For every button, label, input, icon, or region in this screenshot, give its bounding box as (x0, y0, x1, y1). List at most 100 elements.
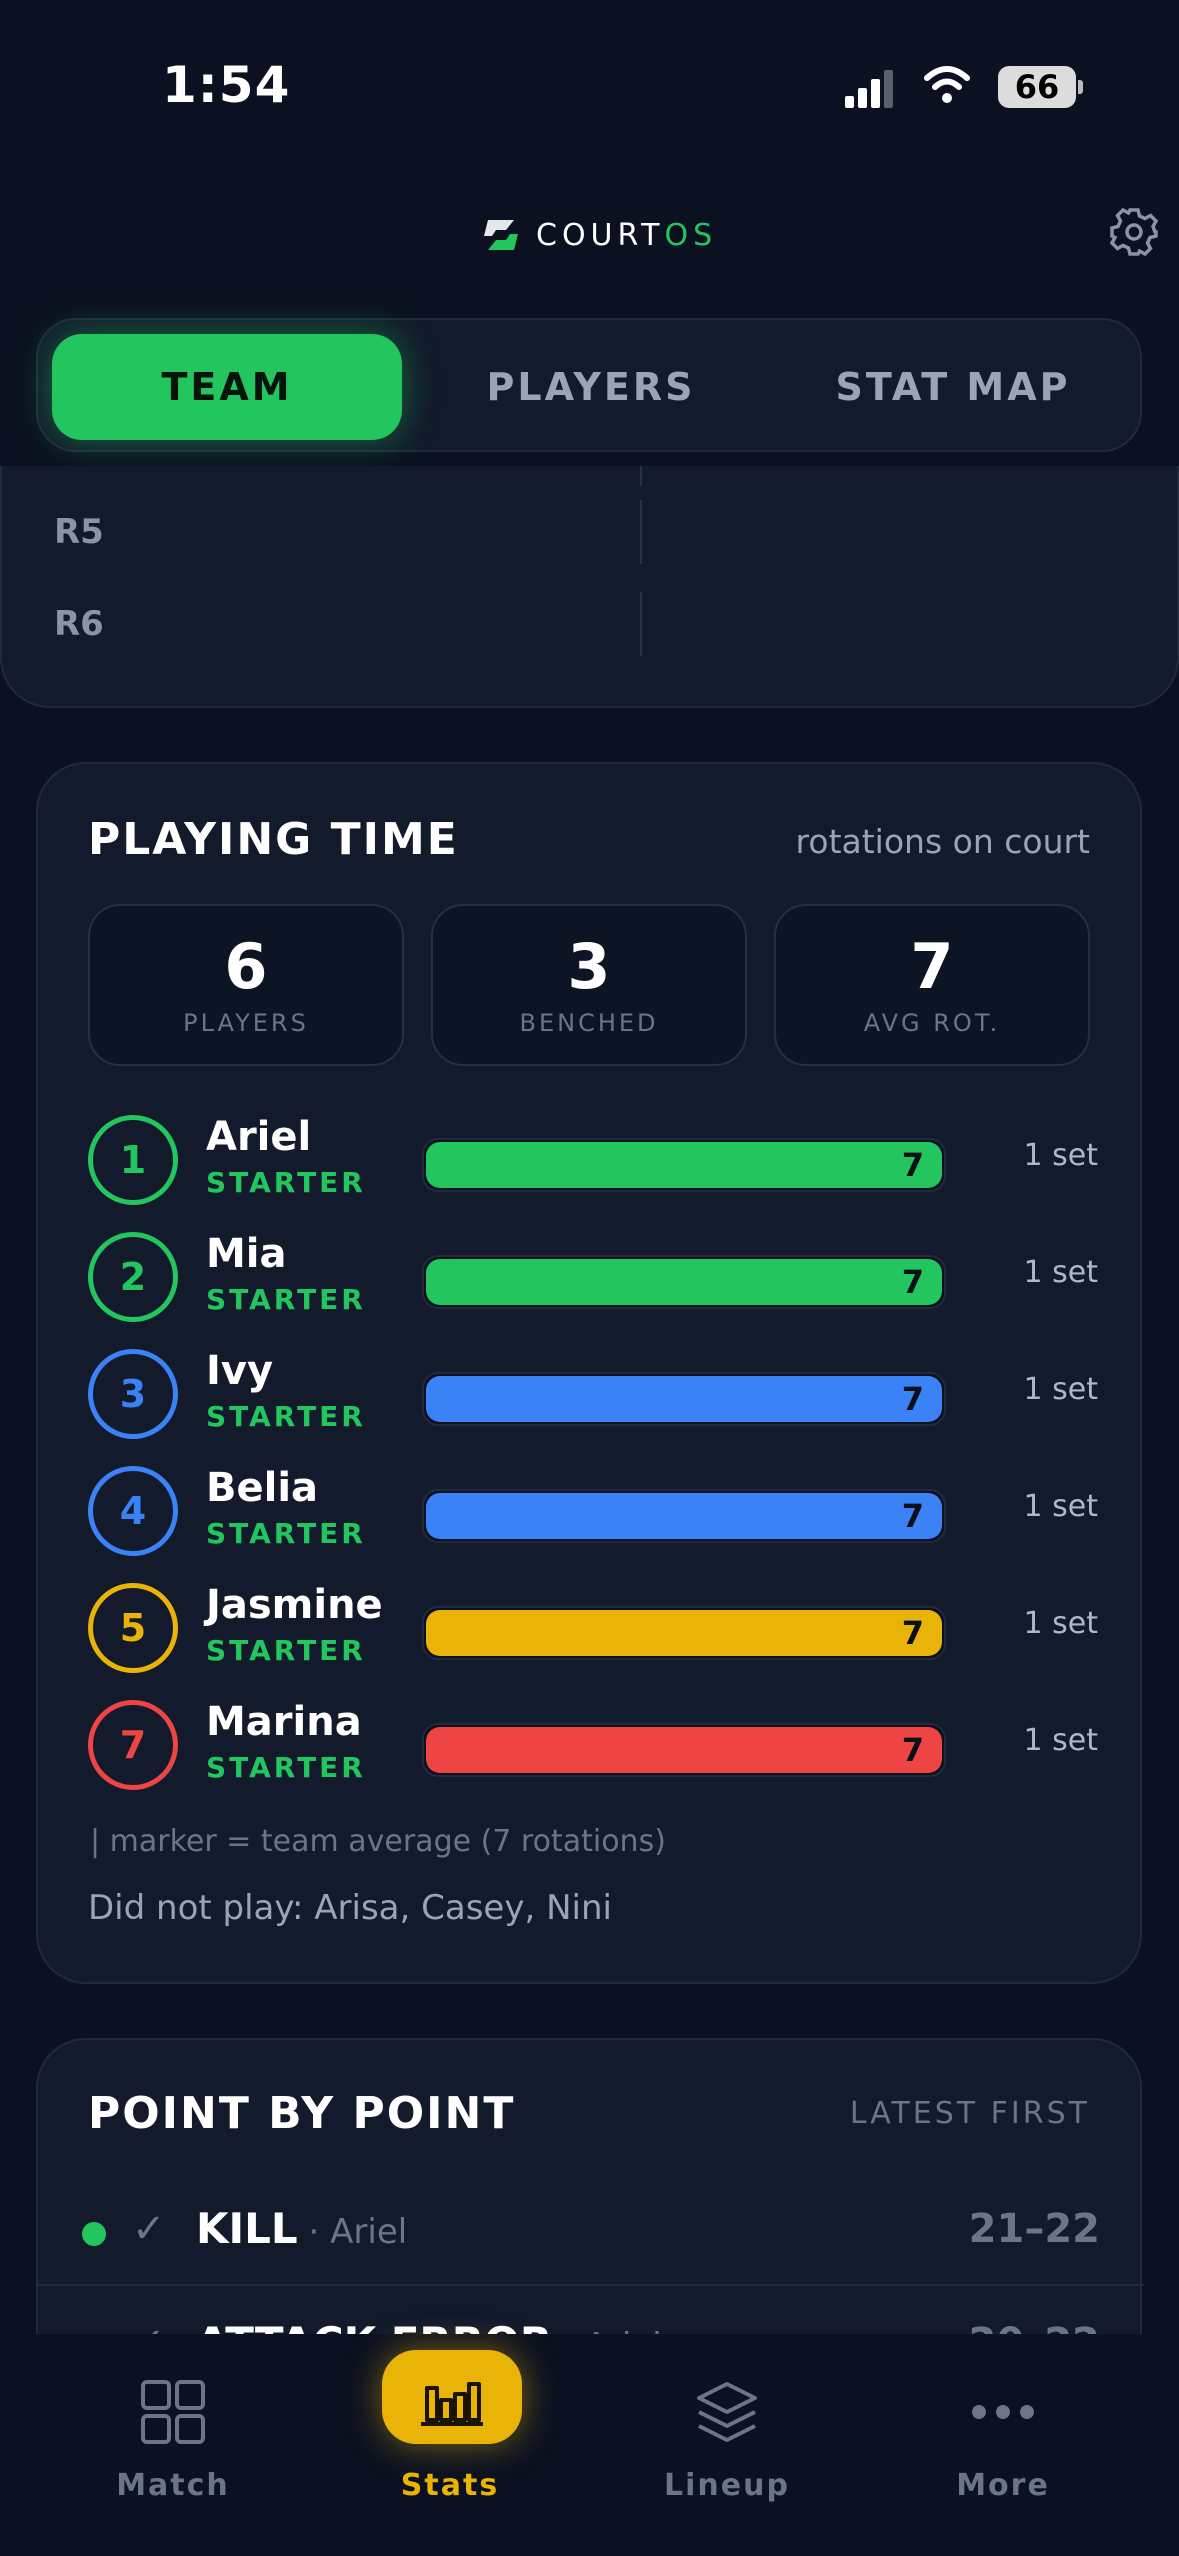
did-not-play-list: Did not play: Arisa, Casey, Nini (88, 1888, 612, 1928)
player-number-badge: 1 (88, 1115, 178, 1205)
app-logo: COURTOS (480, 210, 717, 260)
rotation-bar-fill (426, 1727, 942, 1773)
player-sets: 1 set (1023, 1723, 1098, 1758)
rotation-divider (640, 500, 642, 564)
stat-benched: 3 BENCHED (431, 904, 747, 1066)
player-role: STARTER (206, 1400, 366, 1433)
player-name: Mia (206, 1231, 287, 1277)
point-by-point-title: POINT BY POINT (88, 2088, 516, 2139)
rotation-bar: 7 (422, 1372, 946, 1426)
stat-avg-rotations: 7 AVG ROT. (774, 904, 1090, 1066)
rotation-count: 7 (901, 1263, 924, 1301)
nav-label: Stats (400, 2468, 500, 2503)
courtos-logo-icon (484, 220, 518, 250)
nav-label: Lineup (664, 2468, 790, 2503)
rotation-bar: 7 (422, 1606, 946, 1660)
playing-time-subtitle: rotations on court (795, 822, 1090, 861)
check-icon: ✓ (132, 2206, 166, 2252)
player-sets: 1 set (1023, 1606, 1098, 1641)
layers-icon (687, 2374, 767, 2450)
player-row[interactable]: 7 Marina STARTER 7 1 set (88, 1695, 1098, 1795)
player-row[interactable]: 3 Ivy STARTER 7 1 set (88, 1344, 1098, 1444)
rotation-count: 7 (901, 1731, 924, 1769)
stat-label: BENCHED (519, 1009, 659, 1037)
stat-value: 7 (910, 930, 954, 1003)
rotation-label-r5: R5 (54, 512, 104, 552)
nav-lineup[interactable]: Lineup (617, 2374, 837, 2534)
stat-value: 3 (567, 930, 611, 1003)
event-player-name: Ariel (330, 2212, 408, 2252)
tab-players[interactable]: PLAYERS (416, 334, 766, 440)
player-role: STARTER (206, 1166, 366, 1199)
player-number-badge: 2 (88, 1232, 178, 1322)
battery-indicator: 66 (998, 66, 1076, 108)
player-sets: 1 set (1023, 1489, 1098, 1524)
settings-gear-icon[interactable] (1108, 206, 1160, 258)
rotation-bar-fill (426, 1610, 942, 1656)
tab-team[interactable]: TEAM (52, 334, 402, 440)
rotation-bar-fill (426, 1376, 942, 1422)
rotation-label-r6: R6 (54, 604, 104, 644)
stat-value: 6 (224, 930, 268, 1003)
bar-chart-icon (421, 2382, 483, 2426)
rotation-bar: 7 (422, 1489, 946, 1543)
rotation-bar: 7 (422, 1723, 946, 1777)
stat-players: 6 PLAYERS (88, 904, 404, 1066)
player-row[interactable]: 4 Belia STARTER 7 1 set (88, 1461, 1098, 1561)
wifi-icon (924, 66, 970, 103)
player-name: Ivy (206, 1348, 274, 1394)
grid-icon (133, 2374, 213, 2450)
stat-label: AVG ROT. (863, 1009, 1001, 1037)
player-row[interactable]: 5 Jasmine STARTER 7 1 set (88, 1578, 1098, 1678)
event-status-dot (82, 2222, 106, 2246)
event-score: 21–22 (968, 2206, 1100, 2252)
battery-tip (1078, 80, 1083, 94)
playing-time-title: PLAYING TIME (88, 814, 459, 865)
rotation-divider (640, 466, 642, 486)
status-time: 1:54 (162, 56, 291, 114)
brand-prefix: COURT (536, 217, 665, 253)
event-label: KILL · Ariel (196, 2204, 407, 2253)
rotation-bar-fill (426, 1259, 942, 1305)
rotation-bar-fill (426, 1142, 942, 1188)
point-event-row[interactable]: ✓ KILL · Ariel 21–22 (38, 2176, 1144, 2286)
player-number-badge: 7 (88, 1700, 178, 1790)
rotation-card: R5 R6 (0, 466, 1179, 708)
rotation-bar: 7 (422, 1255, 946, 1309)
player-row[interactable]: 2 Mia STARTER 7 1 set (88, 1227, 1098, 1327)
stats-active-pill[interactable] (382, 2350, 522, 2444)
playing-time-card: PLAYING TIME rotations on court 6 PLAYER… (36, 762, 1142, 1984)
tab-stat-map[interactable]: STAT MAP (778, 334, 1128, 440)
nav-match[interactable]: Match (63, 2374, 283, 2534)
brand-wordmark: COURTOS (536, 218, 717, 253)
more-dots-icon (963, 2374, 1043, 2450)
player-sets: 1 set (1023, 1372, 1098, 1407)
event-player: · Ariel (297, 2212, 408, 2252)
brand-suffix: OS (664, 217, 718, 253)
sort-order-label[interactable]: LATEST FIRST (850, 2096, 1090, 2131)
rotation-count: 7 (901, 1146, 924, 1184)
player-sets: 1 set (1023, 1255, 1098, 1290)
player-name: Jasmine (206, 1582, 383, 1628)
nav-more[interactable]: More (893, 2374, 1113, 2534)
player-number-badge: 3 (88, 1349, 178, 1439)
rotation-divider (640, 592, 642, 656)
player-role: STARTER (206, 1634, 366, 1667)
rotation-count: 7 (901, 1380, 924, 1418)
event-type: KILL (196, 2204, 298, 2253)
rotation-bar-fill (426, 1493, 942, 1539)
player-name: Belia (206, 1465, 319, 1511)
cellular-signal-icon (845, 68, 893, 108)
rotation-count: 7 (901, 1614, 924, 1652)
bottom-nav: Match Stats Lineup More (0, 2334, 1179, 2556)
player-sets: 1 set (1023, 1138, 1098, 1173)
player-name: Ariel (206, 1114, 312, 1160)
rotation-bar: 7 (422, 1138, 946, 1192)
marker-legend-note: | marker = team average (7 rotations) (90, 1824, 666, 1859)
player-number-badge: 5 (88, 1583, 178, 1673)
view-tabs: TEAM PLAYERS STAT MAP (36, 318, 1142, 452)
player-row[interactable]: 1 Ariel STARTER 7 1 set (88, 1110, 1098, 1210)
player-number-badge: 4 (88, 1466, 178, 1556)
player-role: STARTER (206, 1283, 366, 1316)
player-name: Marina (206, 1699, 362, 1745)
